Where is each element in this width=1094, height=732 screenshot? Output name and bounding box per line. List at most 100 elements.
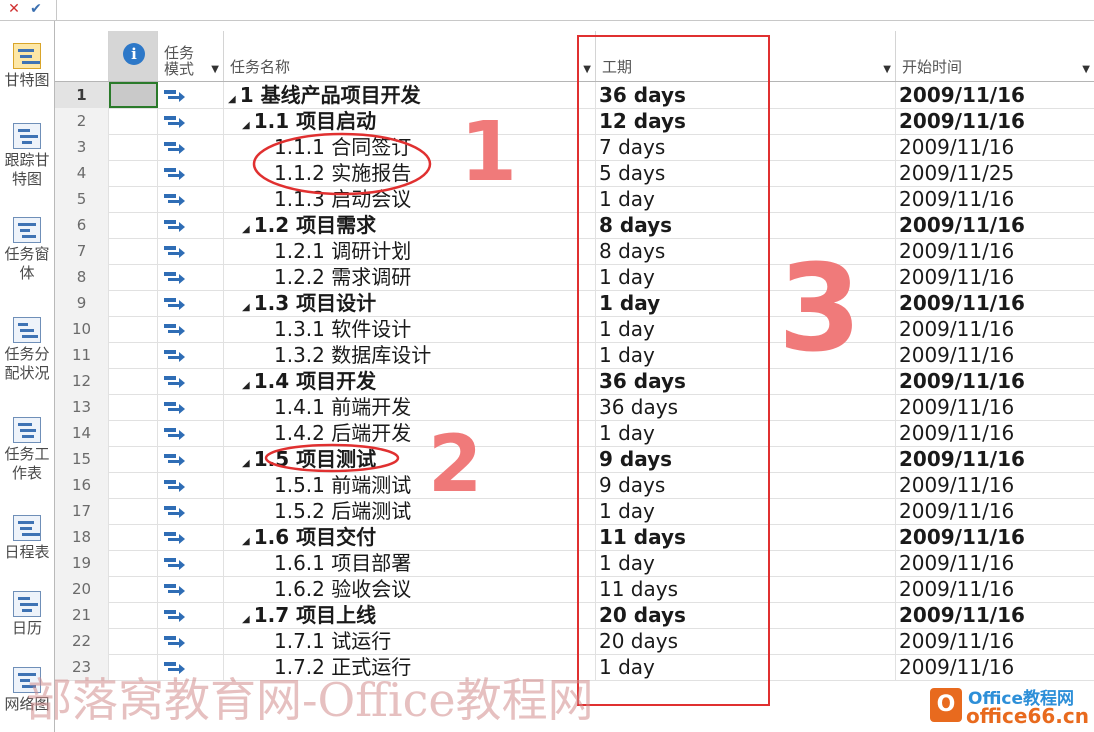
table-row[interactable]: 20 1.6.2 验收会议 11 days 2009/11/16 <box>55 576 1094 603</box>
row-number[interactable]: 5 <box>55 186 109 212</box>
task-name-cell[interactable]: 1.2.2 需求调研 <box>224 264 596 290</box>
row-number[interactable]: 21 <box>55 602 109 628</box>
indicator-cell[interactable] <box>109 576 158 602</box>
task-mode-cell[interactable] <box>158 446 224 472</box>
table-row[interactable]: 15 ◢ 1.5 项目测试 9 days 2009/11/16 <box>55 446 1094 473</box>
select-all-corner[interactable] <box>55 31 109 81</box>
row-number[interactable]: 17 <box>55 498 109 524</box>
table-row[interactable]: 6 ◢ 1.2 项目需求 8 days 2009/11/16 <box>55 212 1094 239</box>
indicator-cell[interactable] <box>109 394 158 420</box>
start-date-cell[interactable]: 2009/11/16 <box>896 368 1094 394</box>
start-date-cell[interactable]: 2009/11/16 <box>896 628 1094 654</box>
start-date-cell[interactable]: 2009/11/16 <box>896 186 1094 212</box>
table-row[interactable]: 22 1.7.1 试运行 20 days 2009/11/16 <box>55 628 1094 655</box>
indicator-cell[interactable] <box>109 82 158 108</box>
table-row[interactable]: 18 ◢ 1.6 项目交付 11 days 2009/11/16 <box>55 524 1094 551</box>
task-name-cell[interactable]: ◢ 1.6 项目交付 <box>224 524 596 550</box>
task-name-cell[interactable]: ◢ 1.2 项目需求 <box>224 212 596 238</box>
row-number[interactable]: 19 <box>55 550 109 576</box>
indicator-cell[interactable] <box>109 134 158 160</box>
row-number[interactable]: 8 <box>55 264 109 290</box>
start-date-cell[interactable]: 2009/11/16 <box>896 108 1094 134</box>
task-mode-cell[interactable] <box>158 498 224 524</box>
table-row[interactable]: 17 1.5.2 后端测试 1 day 2009/11/16 <box>55 498 1094 525</box>
table-row[interactable]: 16 1.5.1 前端测试 9 days 2009/11/16 <box>55 472 1094 499</box>
table-row[interactable]: 7 1.2.1 调研计划 8 days 2009/11/16 <box>55 238 1094 265</box>
row-number[interactable]: 10 <box>55 316 109 342</box>
task-mode-cell[interactable] <box>158 186 224 212</box>
chevron-down-icon[interactable]: ▼ <box>1082 64 1090 75</box>
view-item[interactable]: 跟踪甘特图 <box>0 123 54 189</box>
task-name-cell[interactable]: 1.3.1 软件设计 <box>224 316 596 342</box>
task-mode-cell[interactable] <box>158 368 224 394</box>
collapse-triangle-icon[interactable]: ◢ <box>242 536 250 547</box>
start-date-cell[interactable]: 2009/11/16 <box>896 134 1094 160</box>
view-item[interactable]: 任务分配状况 <box>0 317 54 383</box>
table-row[interactable]: 13 1.4.1 前端开发 36 days 2009/11/16 <box>55 394 1094 421</box>
start-date-cell[interactable]: 2009/11/16 <box>896 498 1094 524</box>
task-mode-cell[interactable] <box>158 82 224 108</box>
task-name-cell[interactable]: ◢ 1.7 项目上线 <box>224 602 596 628</box>
task-name-cell[interactable]: 1.5.2 后端测试 <box>224 498 596 524</box>
task-mode-cell[interactable] <box>158 420 224 446</box>
task-name-cell[interactable]: 1.7.1 试运行 <box>224 628 596 654</box>
row-number[interactable]: 11 <box>55 342 109 368</box>
collapse-triangle-icon[interactable]: ◢ <box>242 380 250 391</box>
start-date-cell[interactable]: 2009/11/16 <box>896 446 1094 472</box>
start-date-cell[interactable]: 2009/11/16 <box>896 550 1094 576</box>
row-number[interactable]: 3 <box>55 134 109 160</box>
task-mode-cell[interactable] <box>158 342 224 368</box>
task-mode-cell[interactable] <box>158 160 224 186</box>
indicator-cell[interactable] <box>109 524 158 550</box>
task-name-cell[interactable]: 1.6.1 项目部署 <box>224 550 596 576</box>
table-row[interactable]: 14 1.4.2 后端开发 1 day 2009/11/16 <box>55 420 1094 447</box>
indicator-cell[interactable] <box>109 186 158 212</box>
indicator-cell[interactable] <box>109 420 158 446</box>
task-mode-cell[interactable] <box>158 628 224 654</box>
table-row[interactable]: 11 1.3.2 数据库设计 1 day 2009/11/16 <box>55 342 1094 369</box>
header-task-name[interactable]: 任务名称 ▼ <box>224 31 596 81</box>
table-row[interactable]: 10 1.3.1 软件设计 1 day 2009/11/16 <box>55 316 1094 343</box>
start-date-cell[interactable]: 2009/11/16 <box>896 654 1094 680</box>
indicator-cell[interactable] <box>109 368 158 394</box>
task-name-cell[interactable]: 1.2.1 调研计划 <box>224 238 596 264</box>
indicator-cell[interactable] <box>109 472 158 498</box>
start-date-cell[interactable]: 2009/11/16 <box>896 394 1094 420</box>
row-number[interactable]: 13 <box>55 394 109 420</box>
task-mode-cell[interactable] <box>158 394 224 420</box>
table-row[interactable]: 21 ◢ 1.7 项目上线 20 days 2009/11/16 <box>55 602 1094 629</box>
start-date-cell[interactable]: 2009/11/16 <box>896 290 1094 316</box>
task-mode-cell[interactable] <box>158 290 224 316</box>
header-task-mode[interactable]: 任务模式 ▼ <box>158 31 224 81</box>
start-date-cell[interactable]: 2009/11/16 <box>896 342 1094 368</box>
chevron-down-icon[interactable]: ▼ <box>883 64 891 75</box>
header-indicators[interactable]: i <box>109 31 158 81</box>
view-item[interactable]: 甘特图 <box>0 43 54 90</box>
indicator-cell[interactable] <box>109 602 158 628</box>
indicator-cell[interactable] <box>109 290 158 316</box>
task-mode-cell[interactable] <box>158 524 224 550</box>
row-number[interactable]: 20 <box>55 576 109 602</box>
row-number[interactable]: 4 <box>55 160 109 186</box>
row-number[interactable]: 16 <box>55 472 109 498</box>
task-mode-cell[interactable] <box>158 602 224 628</box>
table-row[interactable]: 1 ◢ 1 基线产品项目开发 36 days 2009/11/16 <box>55 82 1094 109</box>
table-row[interactable]: 3 1.1.1 合同签订 7 days 2009/11/16 <box>55 134 1094 161</box>
collapse-triangle-icon[interactable]: ◢ <box>228 94 236 105</box>
view-item[interactable]: 任务工作表 <box>0 417 54 483</box>
header-start[interactable]: 开始时间 ▼ <box>896 31 1094 81</box>
start-date-cell[interactable]: 2009/11/25 <box>896 160 1094 186</box>
table-row[interactable]: 5 1.1.3 启动会议 1 day 2009/11/16 <box>55 186 1094 213</box>
collapse-triangle-icon[interactable]: ◢ <box>242 224 250 235</box>
row-number[interactable]: 15 <box>55 446 109 472</box>
task-name-cell[interactable]: ◢ 1 基线产品项目开发 <box>224 82 596 108</box>
row-number[interactable]: 14 <box>55 420 109 446</box>
row-number[interactable]: 1 <box>55 82 109 108</box>
row-number[interactable]: 12 <box>55 368 109 394</box>
start-date-cell[interactable]: 2009/11/16 <box>896 602 1094 628</box>
table-row[interactable]: 4 1.1.2 实施报告 5 days 2009/11/25 <box>55 160 1094 187</box>
task-mode-cell[interactable] <box>158 238 224 264</box>
task-name-cell[interactable]: ◢ 1.3 项目设计 <box>224 290 596 316</box>
task-name-cell[interactable]: 1.3.2 数据库设计 <box>224 342 596 368</box>
task-mode-cell[interactable] <box>158 212 224 238</box>
